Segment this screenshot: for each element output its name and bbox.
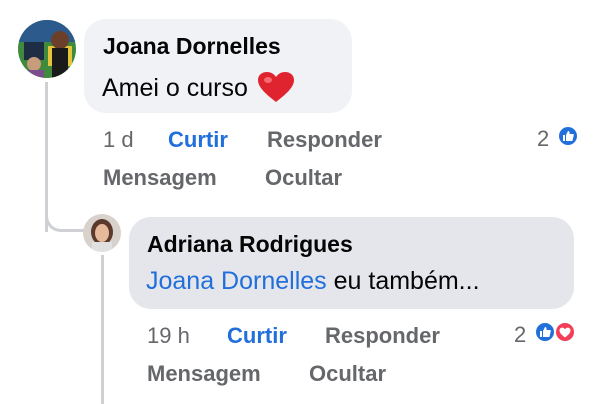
profile-photo-icon <box>83 214 121 252</box>
comment-author[interactable]: Adriana Rodrigues <box>147 231 353 258</box>
comment-author[interactable]: Joana Dornelles <box>103 33 281 60</box>
comment-text: Joana Dornelles eu também... <box>146 267 480 295</box>
thread-line-reply <box>101 255 104 404</box>
reaction-count[interactable]: 2 <box>537 126 549 152</box>
comment-bubble-1: Joana Dornelles Amei o curso <box>84 19 352 113</box>
heart-emoji-icon <box>257 72 294 102</box>
like-button[interactable]: Curtir <box>227 323 287 349</box>
reply-button[interactable]: Responder <box>267 127 382 153</box>
comment-timestamp[interactable]: 1 d <box>103 127 134 153</box>
comment-text: Amei o curso <box>102 71 295 103</box>
message-button[interactable]: Mensagem <box>147 361 261 387</box>
hide-button[interactable]: Ocultar <box>265 165 342 191</box>
profile-photo-icon <box>18 20 76 78</box>
like-icon[interactable] <box>534 321 556 343</box>
thread-line-curve <box>45 200 85 232</box>
reply-button[interactable]: Responder <box>325 323 440 349</box>
avatar-adriana-rodrigues[interactable] <box>83 214 121 252</box>
avatar-joana-dornelles[interactable] <box>18 20 76 78</box>
message-button[interactable]: Mensagem <box>103 165 217 191</box>
like-button[interactable]: Curtir <box>168 127 228 153</box>
comment-bubble-2: Adriana Rodrigues Joana Dornelles eu tam… <box>129 217 574 309</box>
reaction-count[interactable]: 2 <box>514 322 526 348</box>
like-icon[interactable] <box>557 125 579 147</box>
mention-link[interactable]: Joana Dornelles <box>146 267 327 295</box>
hide-button[interactable]: Ocultar <box>309 361 386 387</box>
love-icon[interactable] <box>554 321 576 343</box>
comment-timestamp[interactable]: 19 h <box>147 323 190 349</box>
